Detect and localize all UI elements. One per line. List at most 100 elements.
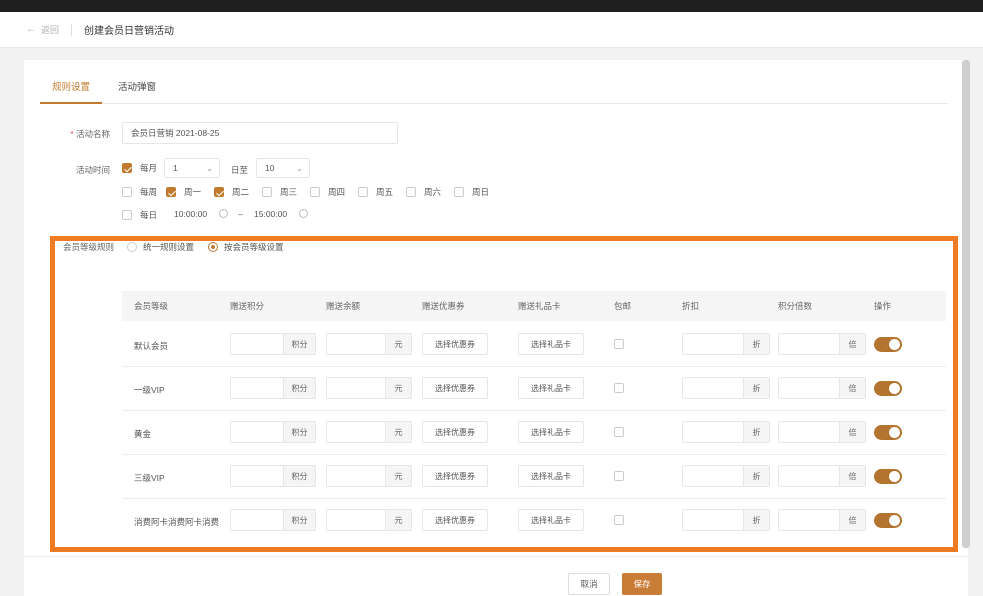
balance-input[interactable]: 元 — [326, 421, 412, 443]
time-start[interactable]: 10:00:00 — [174, 209, 207, 219]
col-free-shipping: 包邮 — [614, 301, 632, 311]
table-row: 三级VIP 积分 元 选择优惠券 选择礼品卡 折 倍 — [122, 455, 946, 499]
chevron-down-icon: ⌄ — [296, 163, 303, 173]
multiplier-input[interactable]: 倍 — [778, 509, 866, 531]
weekday-checkbox-mon[interactable]: 周一 — [166, 186, 201, 198]
select-giftcard-button[interactable]: 选择礼品卡 — [518, 509, 584, 531]
tab-rule-settings[interactable]: 规则设置 — [40, 80, 103, 104]
points-input[interactable]: 积分 — [230, 421, 316, 443]
balance-input[interactable]: 元 — [326, 509, 412, 531]
free-shipping-checkbox[interactable] — [614, 427, 624, 437]
weekday-label: 周四 — [328, 187, 346, 197]
checkbox-icon — [310, 187, 320, 197]
footer-bar: 取消 保存 — [24, 556, 968, 596]
points-suffix: 积分 — [283, 334, 315, 354]
cancel-button[interactable]: 取消 — [568, 573, 610, 595]
points-suffix: 积分 — [283, 422, 315, 442]
checkbox-icon — [262, 187, 272, 197]
free-shipping-checkbox[interactable] — [614, 383, 624, 393]
discount-suffix: 折 — [743, 378, 769, 398]
multiplier-input[interactable]: 倍 — [778, 465, 866, 487]
times-suffix: 倍 — [839, 334, 865, 354]
select-coupon-button[interactable]: 选择优惠券 — [422, 421, 488, 443]
enable-toggle[interactable] — [874, 513, 902, 528]
save-button[interactable]: 保存 — [622, 573, 662, 595]
col-points-multiplier: 积分倍数 — [778, 301, 813, 311]
weekday-checkbox-fri[interactable]: 周五 — [358, 186, 393, 198]
weekday-label: 周六 — [424, 187, 442, 197]
discount-suffix: 折 — [743, 422, 769, 442]
balance-input[interactable]: 元 — [326, 333, 412, 355]
weekday-checkbox-sun[interactable]: 周日 — [454, 186, 489, 198]
discount-input[interactable]: 折 — [682, 421, 770, 443]
rule-unified-radio[interactable]: 统一规则设置 — [127, 241, 194, 253]
points-input[interactable]: 积分 — [230, 377, 316, 399]
col-giftcard: 赠送礼品卡 — [518, 301, 561, 311]
multiplier-input[interactable]: 倍 — [778, 333, 866, 355]
yuan-suffix: 元 — [385, 510, 411, 530]
points-input[interactable]: 积分 — [230, 465, 316, 487]
free-shipping-checkbox[interactable] — [614, 515, 624, 525]
checkbox-icon — [122, 187, 132, 197]
back-button[interactable]: ← 返回 — [26, 23, 59, 36]
clock-icon — [299, 209, 308, 218]
times-suffix: 倍 — [839, 510, 865, 530]
enable-toggle[interactable] — [874, 337, 902, 352]
weekday-checkbox-tue[interactable]: 周二 — [214, 186, 249, 198]
checkbox-icon — [358, 187, 368, 197]
weekday-checkbox-sat[interactable]: 周六 — [406, 186, 441, 198]
month-start-value: 1 — [173, 163, 178, 173]
weekday-checkbox-thu[interactable]: 周四 — [310, 186, 345, 198]
select-coupon-button[interactable]: 选择优惠券 — [422, 465, 488, 487]
month-end-select[interactable]: 10 ⌄ — [256, 158, 310, 178]
discount-input[interactable]: 折 — [682, 377, 770, 399]
free-shipping-checkbox[interactable] — [614, 339, 624, 349]
free-shipping-checkbox[interactable] — [614, 471, 624, 481]
back-label: 返回 — [41, 25, 60, 35]
select-coupon-button[interactable]: 选择优惠券 — [422, 377, 488, 399]
daily-checkbox[interactable]: 每日 — [122, 209, 157, 221]
monthly-label: 每月 — [140, 163, 158, 173]
rule-by-level-radio[interactable]: 按会员等级设置 — [208, 241, 284, 253]
weekday-label: 周五 — [376, 187, 394, 197]
select-coupon-button[interactable]: 选择优惠券 — [422, 509, 488, 531]
activity-name-input[interactable]: 会员日营销 2021-08-25 — [122, 122, 398, 144]
select-coupon-button[interactable]: 选择优惠券 — [422, 333, 488, 355]
weekly-checkbox[interactable]: 每周 — [122, 186, 157, 198]
monthly-checkbox[interactable]: 每月 — [122, 162, 157, 174]
points-suffix: 积分 — [283, 378, 315, 398]
discount-input[interactable]: 折 — [682, 509, 770, 531]
level-name: 一级VIP — [134, 385, 165, 395]
weekday-checkbox-wed[interactable]: 周三 — [262, 186, 297, 198]
select-giftcard-button[interactable]: 选择礼品卡 — [518, 377, 584, 399]
discount-input[interactable]: 折 — [682, 333, 770, 355]
discount-input[interactable]: 折 — [682, 465, 770, 487]
multiplier-input[interactable]: 倍 — [778, 421, 866, 443]
balance-input[interactable]: 元 — [326, 465, 412, 487]
arrow-left-icon: ← — [26, 24, 36, 35]
points-input[interactable]: 积分 — [230, 333, 316, 355]
times-suffix: 倍 — [839, 422, 865, 442]
divider — [71, 23, 73, 36]
enable-toggle[interactable] — [874, 425, 902, 440]
balance-input[interactable]: 元 — [326, 377, 412, 399]
month-start-select[interactable]: 1 ⌄ — [164, 158, 220, 178]
checkbox-icon — [122, 210, 132, 220]
multiplier-input[interactable]: 倍 — [778, 377, 866, 399]
yuan-suffix: 元 — [385, 422, 411, 442]
activity-name-label: * 活动名称 — [30, 128, 110, 140]
enable-toggle[interactable] — [874, 381, 902, 396]
tab-bar: 规则设置 活动弹窗 — [40, 80, 948, 104]
table-row: 黄金 积分 元 选择优惠券 选择礼品卡 折 倍 — [122, 411, 946, 455]
tab-activity-popup[interactable]: 活动弹窗 — [106, 80, 168, 104]
weekday-label: 周三 — [280, 187, 298, 197]
level-name: 消费阿卡消费阿卡消费 — [134, 517, 220, 527]
table-header: 会员等级 赠送积分 赠送余额 赠送优惠券 赠送礼品卡 包邮 折扣 积分倍数 操作 — [122, 291, 946, 321]
select-giftcard-button[interactable]: 选择礼品卡 — [518, 465, 584, 487]
enable-toggle[interactable] — [874, 469, 902, 484]
select-giftcard-button[interactable]: 选择礼品卡 — [518, 333, 584, 355]
scrollbar[interactable] — [962, 60, 970, 548]
time-end[interactable]: 15:00:00 — [254, 209, 287, 219]
select-giftcard-button[interactable]: 选择礼品卡 — [518, 421, 584, 443]
points-input[interactable]: 积分 — [230, 509, 316, 531]
